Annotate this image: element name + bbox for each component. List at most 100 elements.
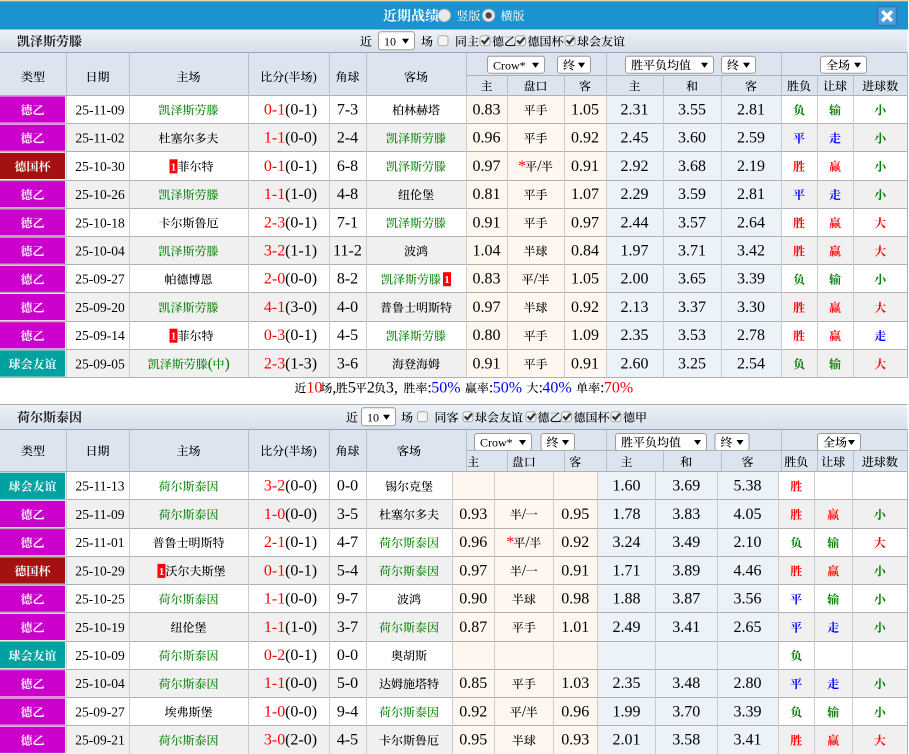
svg-text:25-10-04: 25-10-04: [75, 244, 125, 259]
svg-text:3.41: 3.41: [672, 619, 700, 636]
svg-text:2.35: 2.35: [613, 675, 641, 692]
svg-text:2.81: 2.81: [737, 101, 765, 118]
svg-text:(1-3): (1-3): [285, 355, 317, 372]
svg-text:2.80: 2.80: [734, 675, 762, 692]
svg-text:3-0: 3-0: [264, 732, 285, 749]
svg-text:5: 5: [348, 379, 356, 396]
svg-text:0.92: 0.92: [571, 130, 599, 147]
svg-text:1-1: 1-1: [264, 130, 285, 147]
svg-text:(0-1): (0-1): [285, 534, 317, 551]
svg-text:3.56: 3.56: [734, 591, 762, 608]
svg-text:0-0: 0-0: [337, 647, 358, 664]
svg-text:1-0: 1-0: [264, 704, 285, 721]
svg-text:/: /: [522, 704, 527, 721]
svg-text:3-6: 3-6: [337, 355, 358, 372]
svg-text:0.92: 0.92: [571, 299, 599, 316]
svg-text:0-1: 0-1: [264, 158, 285, 175]
svg-text:0.93: 0.93: [561, 732, 589, 749]
svg-text:2: 2: [367, 379, 375, 396]
svg-text:/: /: [534, 271, 539, 288]
svg-text:25-11-01: 25-11-01: [76, 535, 125, 550]
svg-text:2.59: 2.59: [737, 130, 765, 147]
svg-text:3.57: 3.57: [678, 214, 706, 231]
svg-text:(1-0): (1-0): [285, 186, 317, 203]
svg-text:25-10-25: 25-10-25: [75, 592, 125, 607]
svg-text:70%: 70%: [604, 379, 633, 396]
svg-text:8-2: 8-2: [337, 271, 358, 288]
svg-text:(0-1): (0-1): [285, 647, 317, 664]
svg-text:(1-1): (1-1): [285, 243, 317, 260]
svg-text:(0-1): (0-1): [285, 101, 317, 118]
svg-text:3.53: 3.53: [678, 327, 706, 344]
svg-text:4-7: 4-7: [337, 534, 358, 551]
svg-text:3.89: 3.89: [672, 562, 700, 579]
svg-text:2.64: 2.64: [737, 214, 765, 231]
svg-text:3-2: 3-2: [264, 478, 285, 495]
svg-text:3.30: 3.30: [737, 299, 765, 316]
svg-text:25-11-02: 25-11-02: [76, 131, 125, 146]
svg-text:0.91: 0.91: [473, 214, 501, 231]
svg-text:4-5: 4-5: [337, 732, 358, 749]
svg-text:5-0: 5-0: [337, 675, 358, 692]
svg-text:25-10-18: 25-10-18: [75, 215, 125, 230]
svg-text:(2-0): (2-0): [285, 732, 317, 749]
svg-text:1.71: 1.71: [613, 562, 641, 579]
svg-text:1.01: 1.01: [561, 619, 589, 636]
svg-text:0.97: 0.97: [459, 562, 487, 579]
svg-text:2.49: 2.49: [613, 619, 641, 636]
svg-text:3.68: 3.68: [678, 158, 706, 175]
svg-text:0-1: 0-1: [264, 562, 285, 579]
svg-text:1-1: 1-1: [264, 186, 285, 203]
svg-text:0.91: 0.91: [571, 158, 599, 175]
svg-text:1.97: 1.97: [621, 243, 649, 260]
svg-text:3.83: 3.83: [672, 506, 700, 523]
svg-text:2.54: 2.54: [737, 355, 765, 372]
svg-text:3.37: 3.37: [678, 299, 706, 316]
svg-text:2.01: 2.01: [613, 732, 641, 749]
svg-text:0.80: 0.80: [473, 327, 501, 344]
svg-text:3.59: 3.59: [678, 186, 706, 203]
svg-text:0.85: 0.85: [459, 675, 487, 692]
svg-text:1-1: 1-1: [264, 675, 285, 692]
svg-text:0.98: 0.98: [561, 591, 589, 608]
svg-text:(0-1): (0-1): [285, 214, 317, 231]
svg-text:0.83: 0.83: [473, 101, 501, 118]
svg-text:*: *: [506, 534, 514, 551]
svg-text:1.60: 1.60: [613, 478, 641, 495]
svg-text:(1-0): (1-0): [285, 619, 317, 636]
svg-text:1.78: 1.78: [613, 506, 641, 523]
svg-text:(: (: [284, 69, 288, 84]
svg-text:1.04: 1.04: [473, 243, 501, 260]
svg-text:0.96: 0.96: [561, 704, 589, 721]
svg-text:3.65: 3.65: [678, 271, 706, 288]
svg-text:2.81: 2.81: [737, 186, 765, 203]
svg-text:): ): [225, 355, 230, 372]
svg-text:3.87: 3.87: [672, 591, 700, 608]
svg-text:): ): [313, 443, 317, 458]
svg-text:(0-0): (0-0): [285, 130, 317, 147]
svg-text:3.71: 3.71: [678, 243, 706, 260]
svg-text:(0-0): (0-0): [285, 506, 317, 523]
svg-text:): ): [313, 69, 317, 84]
svg-text:(: (: [208, 355, 213, 372]
svg-text:25-09-20: 25-09-20: [75, 300, 125, 315]
svg-text:2.45: 2.45: [621, 130, 649, 147]
svg-text:3.39: 3.39: [737, 271, 765, 288]
svg-text:(0-1): (0-1): [285, 562, 317, 579]
svg-text:2.29: 2.29: [621, 186, 649, 203]
svg-text:0.92: 0.92: [561, 534, 589, 551]
svg-text:9-4: 9-4: [337, 704, 358, 721]
svg-text:(0-1): (0-1): [285, 158, 317, 175]
svg-text:*: *: [518, 158, 526, 175]
svg-text:10: 10: [306, 379, 322, 396]
svg-text:3,: 3,: [386, 379, 398, 396]
svg-text:4.05: 4.05: [734, 506, 762, 523]
svg-text:4.46: 4.46: [734, 562, 762, 579]
svg-text:1: 1: [159, 566, 165, 578]
svg-text:/: /: [522, 506, 527, 523]
svg-text:25-11-09: 25-11-09: [76, 507, 125, 522]
svg-text:0-2: 0-2: [264, 647, 285, 664]
svg-text:3.70: 3.70: [672, 704, 700, 721]
svg-text:11-2: 11-2: [333, 243, 362, 260]
svg-text:3-5: 3-5: [337, 506, 358, 523]
